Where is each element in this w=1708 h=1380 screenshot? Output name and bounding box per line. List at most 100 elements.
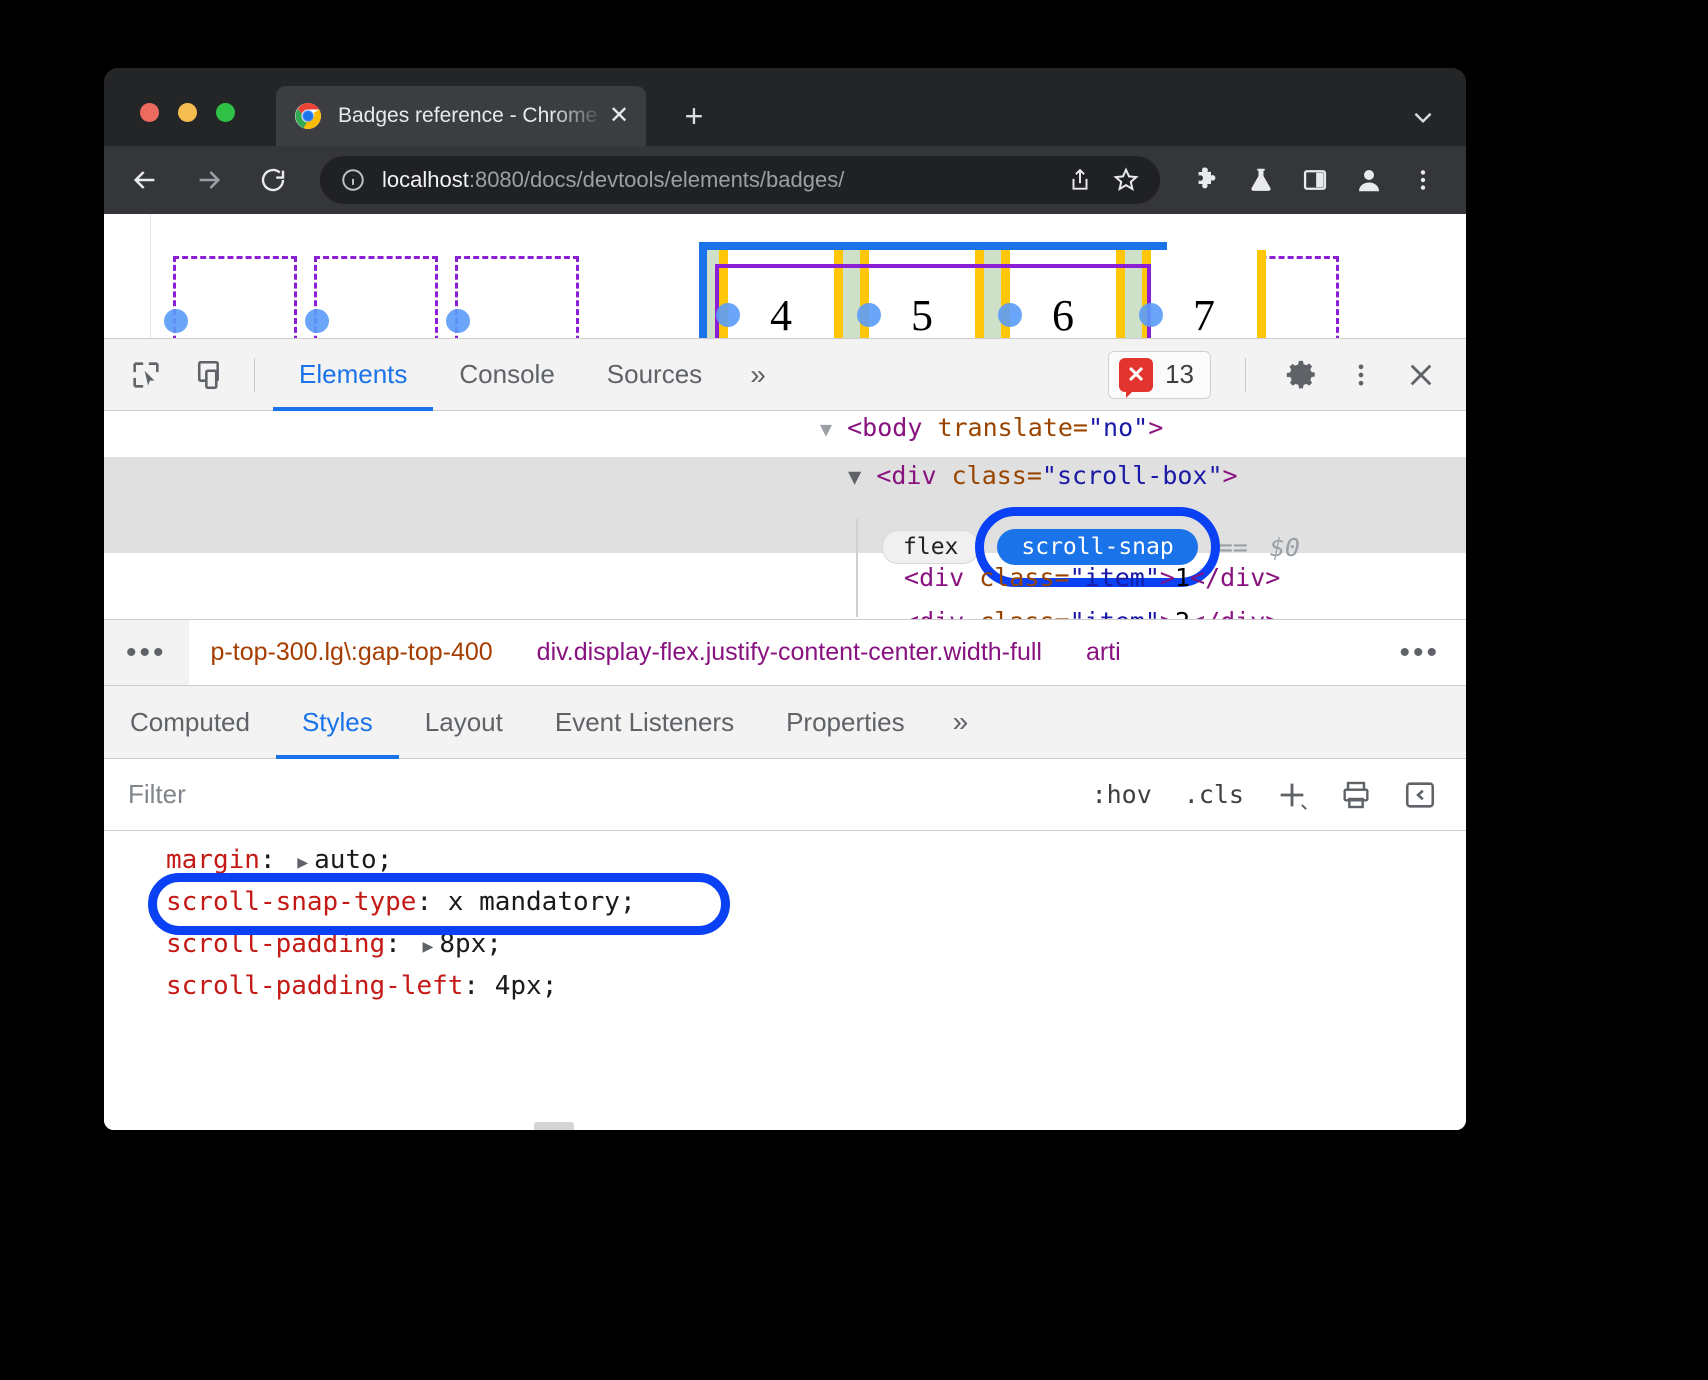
dom-tag-close: > xyxy=(1160,563,1175,592)
badge-scroll-snap[interactable]: scroll-snap xyxy=(997,529,1197,565)
tab-layout[interactable]: Layout xyxy=(399,685,529,759)
disclosure-triangle-icon[interactable]: ▼ xyxy=(848,465,861,490)
star-icon[interactable] xyxy=(1108,162,1144,198)
dom-tag-open: < xyxy=(876,461,891,490)
puzzle-icon[interactable] xyxy=(1186,159,1228,201)
snap-point-dot xyxy=(446,309,470,333)
gear-icon[interactable] xyxy=(1278,352,1324,398)
dom-attr-value: "scroll-box" xyxy=(1042,461,1223,490)
styles-pane-tabbar: Computed Styles Layout Event Listeners P… xyxy=(104,685,1466,759)
breadcrumb-item[interactable]: arti xyxy=(1064,638,1143,667)
dom-attr-value: "item" xyxy=(1070,607,1160,619)
css-value[interactable]: 8px xyxy=(439,929,486,959)
toolbar-divider xyxy=(1245,358,1246,392)
horizontal-scrollbar-thumb[interactable] xyxy=(534,1122,574,1130)
error-badge-icon: ✕ xyxy=(1119,358,1153,392)
dom-tree: ••• ▼ <body translate="no"> ▼ <div class… xyxy=(104,411,1466,619)
css-value[interactable]: 4px xyxy=(495,971,542,1001)
chevron-down-icon[interactable] xyxy=(1404,98,1442,136)
minimize-window-button[interactable] xyxy=(178,103,197,122)
css-property[interactable]: scroll-snap-type xyxy=(166,887,416,917)
css-declaration[interactable]: scroll-snap-type: x mandatory; xyxy=(166,887,1466,929)
browser-tab[interactable]: Badges reference - Chrome De ✕ xyxy=(276,86,646,146)
dom-attr-value: "item" xyxy=(1070,563,1160,592)
tab-event-listeners[interactable]: Event Listeners xyxy=(529,685,760,759)
dom-node-body[interactable]: ▼ <body translate="no"> xyxy=(104,411,1466,457)
snap-point-dot xyxy=(998,303,1022,327)
new-tab-button[interactable]: + xyxy=(674,96,714,136)
dom-node-item[interactable]: <div class="item">2</div> xyxy=(104,607,1280,619)
back-arrow-icon[interactable] xyxy=(122,157,168,203)
tab-properties[interactable]: Properties xyxy=(760,685,931,759)
snap-point-dot xyxy=(716,303,740,327)
maximize-window-button[interactable] xyxy=(216,103,235,122)
css-declaration[interactable]: margin: ▶auto; xyxy=(166,845,1466,887)
breadcrumb-overflow-right[interactable]: ••• xyxy=(1373,636,1466,670)
disclosure-triangle-icon[interactable]: ▼ xyxy=(820,417,832,441)
issues-counter[interactable]: ✕ 13 xyxy=(1108,351,1211,399)
css-declaration[interactable]: scroll-padding: ▶8px; xyxy=(166,929,1466,971)
issues-count: 13 xyxy=(1165,359,1194,390)
address-bar[interactable]: localhost:8080/docs/devtools/elements/ba… xyxy=(320,156,1160,204)
expand-arrow-icon[interactable]: ▶ xyxy=(297,852,308,873)
toggle-sidebar-icon[interactable] xyxy=(1396,771,1444,819)
expand-arrow-icon[interactable]: ▶ xyxy=(422,936,433,957)
css-declaration[interactable]: scroll-padding-left: 4px; xyxy=(166,971,1466,1013)
forward-arrow-icon[interactable] xyxy=(186,157,232,203)
dom-node-item[interactable]: <div class="item">1</div> xyxy=(104,563,1280,609)
inspect-cursor-icon[interactable] xyxy=(122,351,170,399)
info-circle-icon[interactable] xyxy=(340,167,366,193)
breadcrumb-overflow-left[interactable]: ••• xyxy=(104,620,189,686)
chrome-logo-icon xyxy=(294,102,322,130)
share-icon[interactable] xyxy=(1062,162,1098,198)
breadcrumb-item[interactable]: p-top-300.lg\:gap-top-400 xyxy=(189,638,515,667)
search-input[interactable] xyxy=(104,759,1076,831)
dom-tag-open: < xyxy=(847,413,862,442)
styles-filter-row: :hov .cls xyxy=(104,759,1466,831)
browser-toolbar: localhost:8080/docs/devtools/elements/ba… xyxy=(104,146,1466,214)
close-window-button[interactable] xyxy=(140,103,159,122)
badge-scroll-snap-wrapper: scroll-snap xyxy=(997,529,1197,565)
tab-sources[interactable]: Sources xyxy=(581,339,728,411)
kebab-menu-icon[interactable] xyxy=(1338,352,1384,398)
tab-computed[interactable]: Computed xyxy=(104,685,276,759)
close-tab-button[interactable]: ✕ xyxy=(604,101,634,131)
more-styles-tabs-button[interactable]: » xyxy=(931,706,991,738)
dom-attr-name: translate= xyxy=(937,413,1088,442)
dom-tag-close: > xyxy=(1223,461,1238,490)
kebab-menu-icon[interactable] xyxy=(1402,159,1444,201)
window-controls xyxy=(140,103,235,122)
css-property[interactable]: margin xyxy=(166,845,260,875)
dom-tag-close: > xyxy=(1160,607,1175,619)
dom-attr-value: "no" xyxy=(1088,413,1148,442)
devtools-actions xyxy=(1227,352,1444,398)
css-value[interactable]: x mandatory xyxy=(448,887,620,917)
more-tabs-button[interactable]: » xyxy=(728,339,788,411)
css-value[interactable]: auto xyxy=(314,845,377,875)
dom-tag-open: < xyxy=(904,563,919,592)
url-path: :8080/docs/devtools/elements/badges/ xyxy=(469,167,844,192)
tab-styles[interactable]: Styles xyxy=(276,685,399,759)
reload-icon[interactable] xyxy=(250,157,296,203)
cls-toggle-button[interactable]: .cls xyxy=(1168,780,1260,809)
close-icon[interactable] xyxy=(1398,352,1444,398)
breadcrumb-item[interactable]: div.display-flex.justify-content-center.… xyxy=(515,638,1064,667)
css-property[interactable]: scroll-padding xyxy=(166,929,385,959)
side-panel-icon[interactable] xyxy=(1294,159,1336,201)
hov-toggle-button[interactable]: :hov xyxy=(1076,780,1168,809)
dom-tag-end: </div> xyxy=(1190,563,1280,592)
dom-attr-name: class= xyxy=(979,607,1069,619)
browser-tab-title: Badges reference - Chrome De xyxy=(338,104,604,128)
dom-tag-end: </div> xyxy=(1190,607,1280,619)
css-property[interactable]: scroll-padding-left xyxy=(166,971,463,1001)
address-bar-url: localhost:8080/docs/devtools/elements/ba… xyxy=(382,167,1052,193)
badge-flex[interactable]: flex xyxy=(882,530,979,564)
device-toolbar-icon[interactable] xyxy=(188,351,236,399)
tab-elements[interactable]: Elements xyxy=(273,339,433,411)
plus-icon[interactable] xyxy=(1268,771,1316,819)
profile-avatar-icon[interactable] xyxy=(1348,159,1390,201)
print-styles-icon[interactable] xyxy=(1332,771,1380,819)
tab-console[interactable]: Console xyxy=(433,339,580,411)
flask-icon[interactable] xyxy=(1240,159,1282,201)
tab-strip: Badges reference - Chrome De ✕ + xyxy=(104,68,1466,146)
